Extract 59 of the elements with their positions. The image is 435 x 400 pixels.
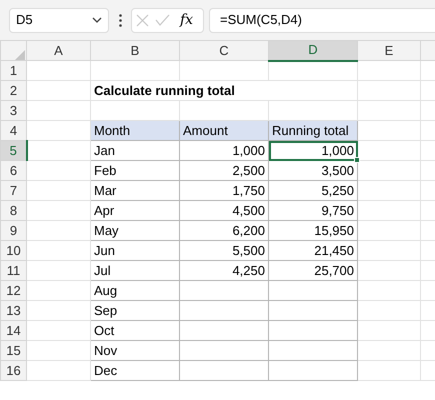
table-cell: Dec bbox=[90, 360, 180, 380]
row-header[interactable]: 11 bbox=[0, 260, 26, 280]
table-cell: Apr bbox=[90, 200, 180, 220]
corner-triangle-icon bbox=[15, 50, 25, 60]
table-cell: Oct bbox=[90, 320, 180, 340]
table-cell: Nov bbox=[90, 340, 180, 360]
name-box[interactable]: D5 bbox=[9, 8, 109, 32]
table-cell: 4,500 bbox=[180, 200, 268, 220]
active-cell: 1,000 bbox=[268, 140, 358, 160]
table-cell: 21,450 bbox=[268, 240, 358, 260]
table-cell: Feb bbox=[90, 160, 180, 180]
table-cell: 5,250 bbox=[268, 180, 358, 200]
more-options-icon[interactable] bbox=[118, 14, 122, 26]
column-header[interactable]: E bbox=[358, 40, 420, 60]
table-cell: 2,500 bbox=[180, 160, 268, 180]
table-cell: Aug bbox=[90, 280, 180, 300]
table-cell: 1,000 bbox=[180, 140, 268, 160]
row-header[interactable]: 13 bbox=[0, 300, 26, 320]
table-cell: 1,750 bbox=[180, 180, 268, 200]
table-cell: 4,250 bbox=[180, 260, 268, 280]
chevron-down-icon[interactable] bbox=[92, 17, 102, 23]
row-header[interactable]: 15 bbox=[0, 340, 26, 360]
row-header[interactable]: 3 bbox=[0, 100, 26, 120]
row-header[interactable]: 4 bbox=[0, 120, 26, 140]
table-cell: Sep bbox=[90, 300, 180, 320]
column-header[interactable]: B bbox=[90, 40, 180, 60]
table-header-cell: Month bbox=[90, 120, 180, 140]
row-header[interactable]: 10 bbox=[0, 240, 26, 260]
table-cell: 5,500 bbox=[180, 240, 268, 260]
table-header-cell: Running total bbox=[268, 120, 358, 140]
table-cell: Mar bbox=[90, 180, 180, 200]
formula-field[interactable]: =SUM(C5,D4) bbox=[209, 8, 435, 32]
row-header[interactable]: 5 bbox=[0, 140, 26, 160]
checkmark-icon[interactable] bbox=[155, 14, 170, 26]
insert-function-button[interactable]: fx bbox=[180, 10, 194, 30]
row-header[interactable]: 12 bbox=[0, 280, 26, 300]
table-cell: 6,200 bbox=[180, 220, 268, 240]
table-cell: 9,750 bbox=[268, 200, 358, 220]
table-header-cell: Amount bbox=[180, 120, 268, 140]
table-cell: 15,950 bbox=[268, 220, 358, 240]
row-header[interactable]: 14 bbox=[0, 320, 26, 340]
column-header[interactable]: D bbox=[268, 40, 358, 60]
table-cell: May bbox=[90, 220, 180, 240]
row-header[interactable]: 6 bbox=[0, 160, 26, 180]
fill-handle[interactable] bbox=[354, 157, 360, 163]
table-cell: 25,700 bbox=[268, 260, 358, 280]
row-header[interactable]: 8 bbox=[0, 200, 26, 220]
table-cell: Jun bbox=[90, 240, 180, 260]
row-header[interactable]: 2 bbox=[0, 80, 26, 100]
column-header[interactable]: C bbox=[180, 40, 268, 60]
row-header[interactable]: 1 bbox=[0, 60, 26, 80]
row-header[interactable]: 9 bbox=[0, 220, 26, 240]
table-cell: Jan bbox=[90, 140, 180, 160]
sheet-title: Calculate running total bbox=[90, 80, 358, 100]
table-cell: 3,500 bbox=[268, 160, 358, 180]
row-header[interactable]: 16 bbox=[0, 360, 26, 380]
column-header[interactable]: A bbox=[26, 40, 90, 60]
row-header[interactable]: 7 bbox=[0, 180, 26, 200]
table-cell: Jul bbox=[90, 260, 180, 280]
